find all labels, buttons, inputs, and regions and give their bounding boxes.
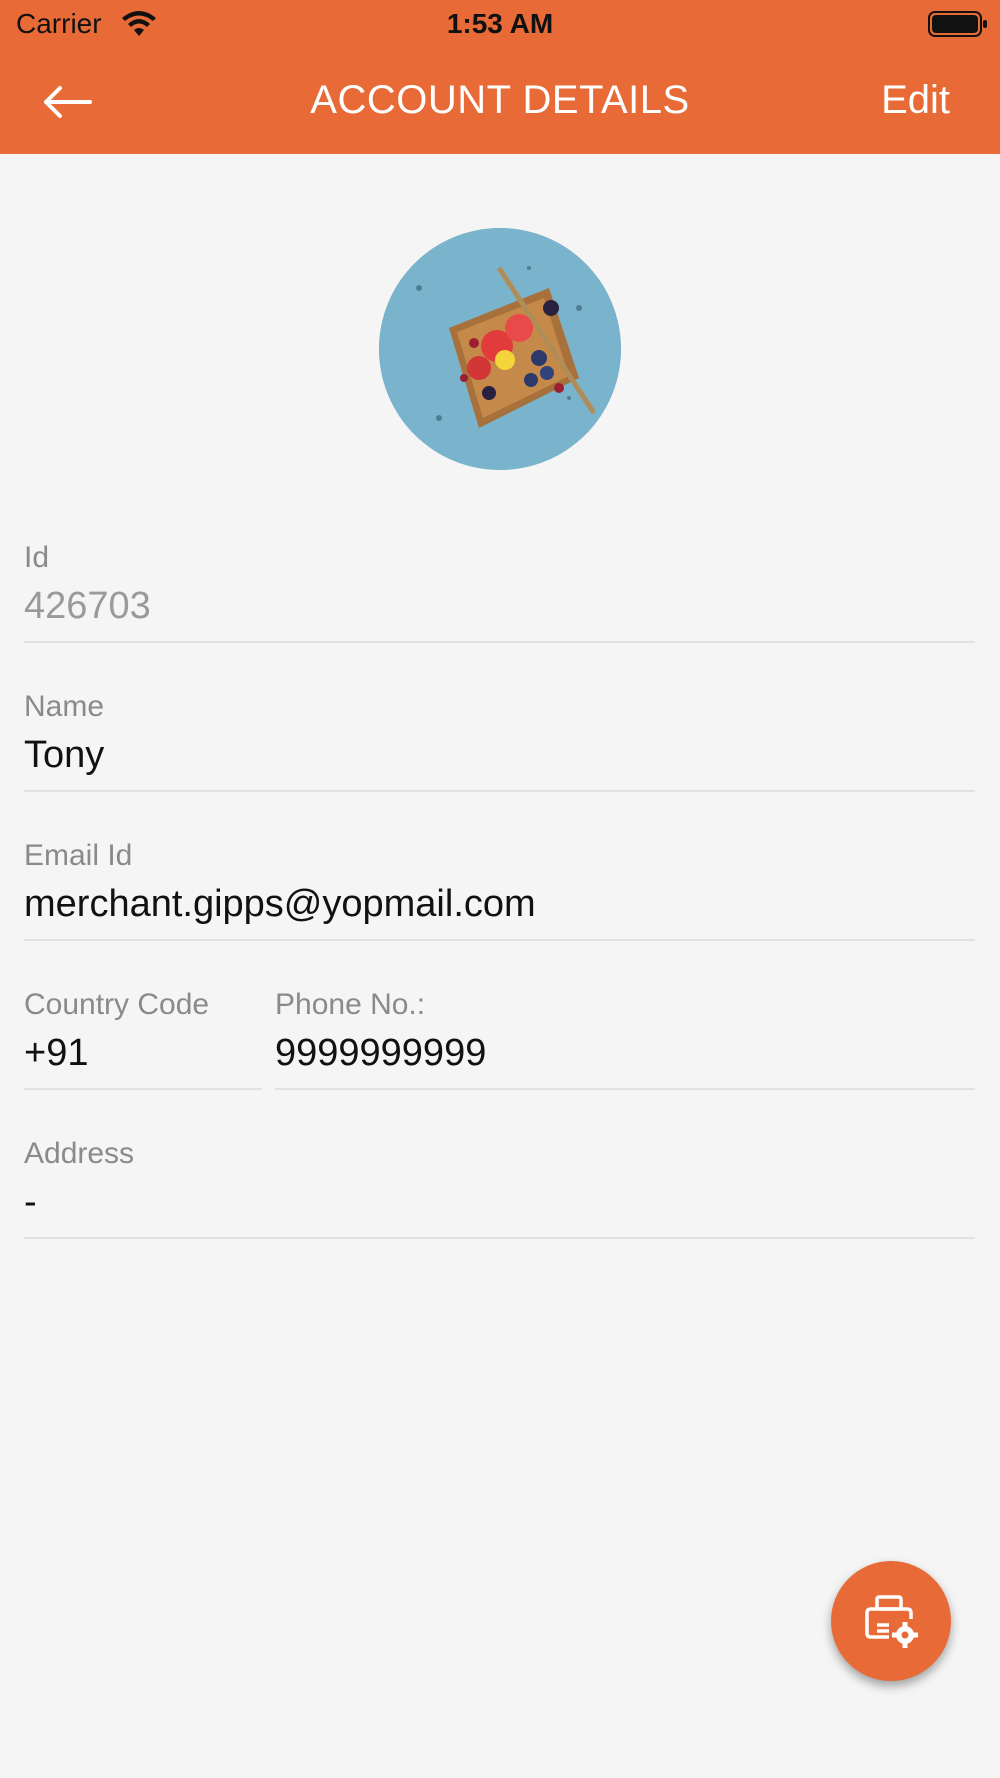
id-label: Id	[24, 541, 50, 574]
status-time: 1:53 AM	[446, 8, 554, 39]
printer-settings-button[interactable]	[831, 1561, 951, 1681]
phone-value: 9999999999	[275, 1032, 487, 1074]
name-value: Tony	[24, 734, 105, 776]
country-code-value: +91	[24, 1032, 89, 1074]
status-bar: Carrier 1:53 AM	[0, 0, 1000, 50]
email-field[interactable]: Email Id merchant.gipps@yopmail.com	[24, 839, 975, 941]
avatar-food-image	[379, 228, 621, 470]
address-value: -	[24, 1181, 37, 1223]
id-value: 426703	[24, 585, 151, 627]
phone-field[interactable]: Phone No.: 9999999999	[275, 988, 975, 1090]
email-label: Email Id	[24, 839, 133, 872]
country-code-label: Country Code	[24, 988, 210, 1021]
battery-icon	[928, 11, 987, 37]
printer-settings-icon	[865, 1595, 918, 1648]
id-field: Id 426703	[24, 541, 975, 643]
name-label: Name	[24, 690, 105, 723]
email-value: merchant.gipps@yopmail.com	[24, 883, 536, 925]
page-title: ACCOUNT DETAILS	[310, 78, 690, 122]
address-label: Address	[24, 1137, 135, 1170]
name-field[interactable]: Name Tony	[24, 690, 975, 792]
phone-label: Phone No.:	[275, 988, 426, 1021]
country-code-field[interactable]: Country Code +91	[24, 988, 262, 1090]
profile-avatar[interactable]	[379, 228, 621, 470]
address-field[interactable]: Address -	[24, 1137, 975, 1239]
app-header: Carrier 1:53 AM ACCOUNT DETAILS Edit	[0, 0, 1000, 154]
navigation-bar: ACCOUNT DETAILS Edit	[0, 50, 1000, 154]
edit-button[interactable]: Edit	[881, 78, 950, 123]
